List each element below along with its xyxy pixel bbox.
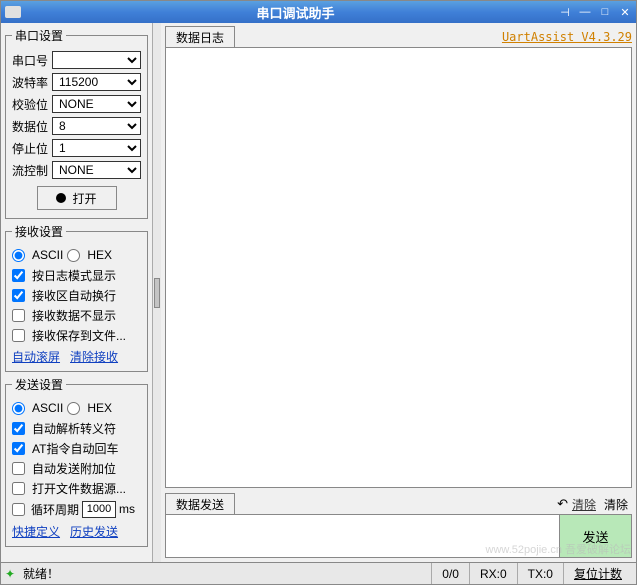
port-select[interactable] [52, 51, 141, 69]
send-append-check[interactable] [12, 462, 25, 475]
data-log-area[interactable] [165, 47, 632, 488]
port-settings-group: 串口设置 串口号 波特率115200 校验位NONE 数据位8 停止位1 流控制… [5, 27, 148, 219]
recv-savefile-label[interactable]: 接收保存到文件... [32, 327, 126, 344]
close-button[interactable]: ✕ [618, 5, 632, 19]
recv-ascii-radio[interactable] [12, 249, 25, 262]
send-settings-group: 发送设置 ASCII HEX 自动解析转义符 AT指令自动回车 自动发送附加位 … [5, 376, 148, 547]
cycle-unit-label: ms [119, 502, 135, 516]
send-cycle-check[interactable] [12, 503, 25, 516]
status-ready: 就绪！ [23, 565, 431, 582]
recv-nodisplay-check[interactable] [12, 309, 25, 322]
minimize-button[interactable]: — [578, 5, 592, 19]
history-send-link[interactable]: 历史发送 [70, 523, 118, 540]
data-log-tab[interactable]: 数据日志 [165, 26, 235, 48]
clear-recv-link[interactable]: 清除接收 [70, 348, 118, 365]
open-button-label: 打开 [72, 190, 96, 207]
recv-autowrap-label[interactable]: 接收区自动换行 [32, 287, 116, 304]
parity-select[interactable]: NONE [52, 95, 141, 113]
ready-icon: ✦ [5, 567, 19, 581]
open-port-button[interactable]: 打开 [37, 186, 117, 210]
stop-label: 停止位 [12, 140, 52, 157]
data-send-tab[interactable]: 数据发送 [165, 493, 235, 515]
recv-settings-legend: 接收设置 [12, 223, 66, 240]
send-cycle-label[interactable]: 循环周期 [31, 501, 79, 518]
cycle-period-input[interactable] [82, 501, 116, 518]
rewind-icon[interactable]: ↶ [557, 496, 568, 512]
send-atcr-check[interactable] [12, 442, 25, 455]
left-panel: 串口设置 串口号 波特率115200 校验位NONE 数据位8 停止位1 流控制… [1, 23, 153, 562]
statusbar: ✦ 就绪！ 0/0 RX:0 TX:0 复位计数 [1, 562, 636, 584]
splitter[interactable] [153, 23, 161, 562]
clear-send-button[interactable]: 清除 [600, 494, 632, 515]
recv-nodisplay-label[interactable]: 接收数据不显示 [32, 307, 116, 324]
port-settings-legend: 串口设置 [12, 27, 66, 44]
status-dot-icon [56, 193, 66, 203]
send-append-label[interactable]: 自动发送附加位 [32, 460, 116, 477]
reset-count-link[interactable]: 复位计数 [563, 563, 632, 584]
flowcontrol-select[interactable]: NONE [52, 161, 141, 179]
send-atcr-label[interactable]: AT指令自动回车 [32, 440, 118, 457]
stopbits-select[interactable]: 1 [52, 139, 141, 157]
recv-logmode-label[interactable]: 按日志模式显示 [32, 267, 116, 284]
recv-settings-group: 接收设置 ASCII HEX 按日志模式显示 接收区自动换行 接收数据不显示 接… [5, 223, 148, 372]
version-link[interactable]: UartAssist V4.3.29 [502, 30, 632, 44]
recv-ascii-label[interactable]: ASCII [32, 248, 63, 262]
status-counter: 0/0 [431, 563, 469, 584]
send-input[interactable] [165, 514, 560, 558]
auto-scroll-link[interactable]: 自动滚屏 [12, 348, 60, 365]
maximize-button[interactable]: □ [598, 5, 612, 19]
send-ascii-radio[interactable] [12, 402, 25, 415]
status-tx: TX:0 [517, 563, 563, 584]
titlebar: 串口调试助手 ⊣ — □ ✕ [1, 1, 636, 23]
port-label: 串口号 [12, 52, 52, 69]
data-label: 数据位 [12, 118, 52, 135]
recv-savefile-check[interactable] [12, 329, 25, 342]
send-settings-legend: 发送设置 [12, 376, 66, 393]
send-button[interactable]: 发送 [560, 514, 632, 558]
send-hex-label[interactable]: HEX [87, 401, 112, 415]
recv-autowrap-check[interactable] [12, 289, 25, 302]
databits-select[interactable]: 8 [52, 117, 141, 135]
baud-select[interactable]: 115200 [52, 73, 141, 91]
parity-label: 校验位 [12, 96, 52, 113]
pin-icon[interactable]: ⊣ [558, 5, 572, 19]
send-filesrc-check[interactable] [12, 482, 25, 495]
right-panel: 数据日志 UartAssist V4.3.29 数据发送 ↶ 清除 清除 发送 [161, 23, 636, 562]
send-filesrc-label[interactable]: 打开文件数据源... [32, 480, 126, 497]
flow-label: 流控制 [12, 162, 52, 179]
window-title: 串口调试助手 [33, 3, 558, 22]
recv-hex-label[interactable]: HEX [87, 248, 112, 262]
clear-send-link[interactable]: 清除 [572, 496, 596, 513]
quick-define-link[interactable]: 快捷定义 [12, 523, 60, 540]
send-escape-label[interactable]: 自动解析转义符 [32, 420, 116, 437]
status-rx: RX:0 [469, 563, 517, 584]
send-hex-radio[interactable] [67, 402, 80, 415]
recv-hex-radio[interactable] [67, 249, 80, 262]
send-escape-check[interactable] [12, 422, 25, 435]
send-ascii-label[interactable]: ASCII [32, 401, 63, 415]
splitter-handle-icon [154, 278, 160, 308]
baud-label: 波特率 [12, 74, 52, 91]
recv-logmode-check[interactable] [12, 269, 25, 282]
app-icon [5, 6, 33, 18]
